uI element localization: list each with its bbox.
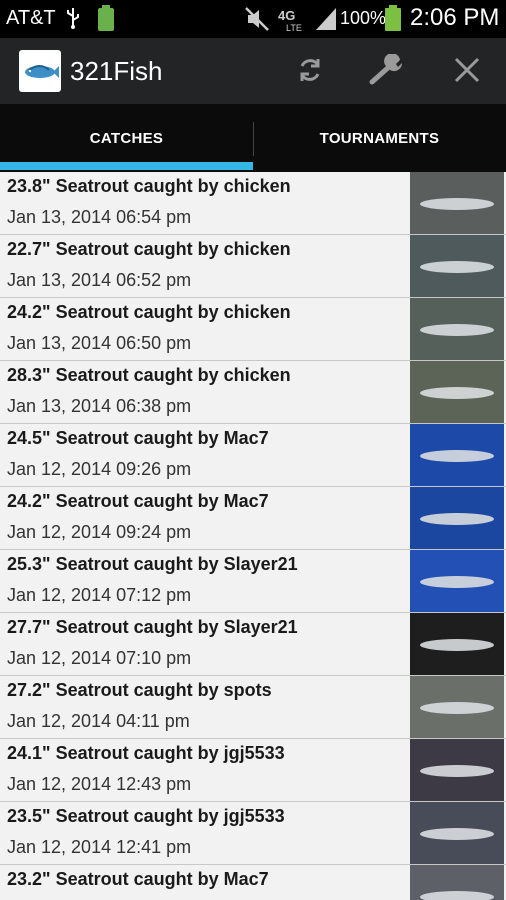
catch-title: 23.5" Seatrout caught by jgj5533	[7, 806, 285, 826]
catch-title: 24.2" Seatrout caught by Mac7	[7, 491, 269, 511]
catch-photo-thumbnail[interactable]	[410, 235, 504, 297]
fish-image	[420, 576, 494, 588]
catches-list[interactable]: 23.8" Seatrout caught by chicken Jan 13, …	[0, 172, 506, 900]
fish-image	[420, 891, 494, 900]
catch-date: Jan 13, 2014 06:50 pm	[7, 333, 192, 353]
catch-title: 27.7" Seatrout caught by Slayer21	[7, 617, 298, 637]
signal-icon	[316, 8, 336, 30]
wrench-icon[interactable]	[368, 54, 408, 86]
fish-image	[420, 261, 494, 273]
mute-icon	[245, 7, 269, 31]
catch-date: Jan 12, 2014 12:41 pm	[7, 837, 192, 857]
catch-list-item[interactable]: 23.2" Seatrout caught by Mac7	[0, 865, 506, 900]
fish-image	[420, 639, 494, 651]
svg-text:LTE: LTE	[286, 23, 302, 33]
battery-icon	[385, 5, 401, 31]
catch-photo-thumbnail[interactable]	[410, 487, 504, 549]
fish-image	[420, 828, 494, 840]
catch-title: 27.2" Seatrout caught by spots	[7, 680, 272, 700]
fish-image	[420, 765, 494, 777]
catch-list-item[interactable]: 27.2" Seatrout caught by spots Jan 12, 20…	[0, 676, 506, 739]
catch-list-item[interactable]: 24.5" Seatrout caught by Mac7 Jan 12, 201…	[0, 424, 506, 487]
catch-list-item[interactable]: 28.3" Seatrout caught by chicken Jan 13, …	[0, 361, 506, 424]
catch-title: 28.3" Seatrout caught by chicken	[7, 365, 291, 385]
catch-date: Jan 13, 2014 06:54 pm	[7, 207, 192, 227]
fish-image	[420, 450, 494, 462]
tab-selected-indicator	[0, 162, 253, 170]
catch-title: 24.1" Seatrout caught by jgj5533	[7, 743, 285, 763]
catch-list-item[interactable]: 22.7" Seatrout caught by chicken Jan 13, …	[0, 235, 506, 298]
fish-image	[420, 324, 494, 336]
catch-list-item[interactable]: 24.2" Seatrout caught by Mac7 Jan 12, 201…	[0, 487, 506, 550]
catch-photo-thumbnail[interactable]	[410, 172, 504, 234]
refresh-icon[interactable]	[296, 56, 324, 84]
catch-date: Jan 13, 2014 06:52 pm	[7, 270, 192, 290]
catch-list-item[interactable]: 27.7" Seatrout caught by Slayer21 Jan 12,…	[0, 613, 506, 676]
catch-title: 23.2" Seatrout caught by Mac7	[7, 869, 269, 889]
catch-list-item[interactable]: 23.8" Seatrout caught by chicken Jan 13, …	[0, 172, 506, 235]
app-title: 321Fish	[70, 56, 163, 86]
catch-date: Jan 12, 2014 09:24 pm	[7, 522, 192, 542]
catch-date: Jan 13, 2014 06:38 pm	[7, 396, 192, 416]
catch-photo-thumbnail[interactable]	[410, 298, 504, 360]
tab-tournaments[interactable]: TOURNAMENTS	[253, 104, 506, 172]
battery-percent: 100%	[340, 8, 387, 28]
catch-date: Jan 12, 2014 12:43 pm	[7, 774, 192, 794]
catch-photo-thumbnail[interactable]	[410, 739, 504, 801]
catch-photo-thumbnail[interactable]	[410, 802, 504, 864]
catch-date: Jan 12, 2014 09:26 pm	[7, 459, 192, 479]
catch-photo-thumbnail[interactable]	[410, 424, 504, 486]
catch-photo-thumbnail[interactable]	[410, 550, 504, 612]
catch-title: 22.7" Seatrout caught by chicken	[7, 239, 291, 259]
carrier-label: AT&T	[6, 7, 56, 29]
catch-date: Jan 12, 2014 07:12 pm	[7, 585, 192, 605]
catch-photo-thumbnail[interactable]	[410, 361, 504, 423]
catch-photo-thumbnail[interactable]	[410, 865, 504, 900]
clock: 2:06 PM	[410, 4, 500, 31]
usb-icon	[67, 8, 79, 29]
fish-image	[420, 513, 494, 525]
catch-title: 24.2" Seatrout caught by chicken	[7, 302, 291, 322]
catch-title: 25.3" Seatrout caught by Slayer21	[7, 554, 298, 574]
catch-list-item[interactable]: 23.5" Seatrout caught by jgj5533 Jan 12, …	[0, 802, 506, 865]
catch-list-item[interactable]: 24.2" Seatrout caught by chicken Jan 13, …	[0, 298, 506, 361]
lte-icon: 4G LTE	[278, 8, 302, 33]
battery-small-icon	[98, 5, 114, 31]
catch-date: Jan 12, 2014 04:11 pm	[7, 711, 190, 731]
svg-text:4G: 4G	[278, 8, 295, 23]
app-logo-icon[interactable]	[19, 50, 61, 92]
catch-date: Jan 12, 2014 07:10 pm	[7, 648, 192, 668]
catch-photo-thumbnail[interactable]	[410, 676, 504, 738]
catch-list-item[interactable]: 24.1" Seatrout caught by jgj5533 Jan 12, …	[0, 739, 506, 802]
catch-photo-thumbnail[interactable]	[410, 613, 504, 675]
action-bar: 321Fish	[0, 38, 506, 104]
catch-title: 23.8" Seatrout caught by chicken	[7, 176, 291, 196]
catch-list-item[interactable]: 25.3" Seatrout caught by Slayer21 Jan 12,…	[0, 550, 506, 613]
fish-image	[420, 198, 494, 210]
catch-title: 24.5" Seatrout caught by Mac7	[7, 428, 269, 448]
fish-image	[420, 702, 494, 714]
close-icon[interactable]	[452, 55, 482, 85]
fish-image	[420, 387, 494, 399]
status-bar: AT&T 4G LTE 100% 2:06 PM	[0, 0, 506, 38]
